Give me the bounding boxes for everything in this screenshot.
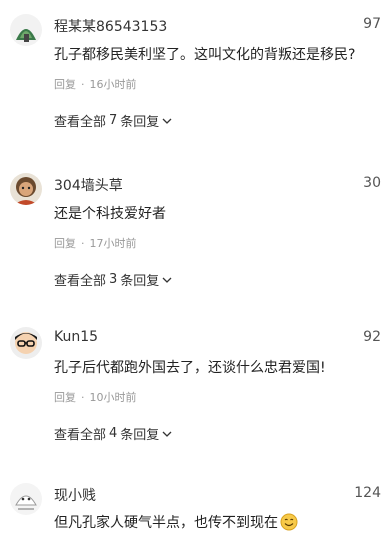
avatar[interactable] [10,14,42,46]
view-replies-suffix: 条回复 [120,274,160,289]
view-replies-prefix: 查看全部 [54,274,107,289]
view-replies-suffix: 条回复 [120,115,160,130]
chevron-down-icon [162,118,172,124]
comment-username[interactable]: 程某某86543153 [54,16,167,36]
view-all-replies-link[interactable]: 查看全部 7 条回复 [54,111,172,130]
avatar[interactable] [10,327,42,359]
avatar-image [10,483,42,515]
comment-item: 304墙头草 30 还是个科技爱好者 回复 · 17小时前 查看全部 3 条回复 [0,173,381,293]
comment-meta: 回复 · 17小时前 [54,235,137,251]
like-count[interactable]: 124 [354,485,381,501]
comment-text: 还是个科技爱好者 [54,206,166,222]
view-replies-prefix: 查看全部 [54,115,107,130]
comment-text: 孔子后代都跑外国去了，还谈什么忠君爱国! [54,360,326,376]
chevron-down-icon [162,431,172,437]
like-count[interactable]: 30 [363,175,381,191]
meta-separator: · [81,391,85,404]
comment-meta: 回复 · 10小时前 [54,389,137,405]
avatar[interactable] [10,173,42,205]
comment-item: 程某某86543153 97 孔子都移民美利坚了。这叫文化的背叛还是移民? 回复… [0,14,381,134]
comment-username[interactable]: 现小贱 [54,485,96,505]
comment-text-content: 但凡孔家人硬气半点，也传不到现在 [54,515,278,531]
avatar-image [10,14,42,46]
avatar-image [10,173,42,205]
meta-separator: · [81,78,85,91]
chevron-down-icon [162,277,172,283]
comment-text: 但凡孔家人硬气半点，也传不到现在 [54,512,372,532]
like-count[interactable]: 92 [363,329,381,345]
comment-username[interactable]: 304墙头草 [54,175,123,195]
reply-button[interactable]: 回复 [54,78,76,91]
comment-item: Kun15 92 孔子后代都跑外国去了，还谈什么忠君爱国! 回复 · 10小时前 查… [0,327,381,447]
comment-username[interactable]: Kun15 [54,329,98,345]
comment-time: 16小时前 [89,78,137,91]
view-replies-suffix: 条回复 [120,428,160,443]
view-all-replies-link[interactable]: 查看全部 3 条回复 [54,270,172,289]
comment-time: 17小时前 [89,237,137,250]
view-all-replies-link[interactable]: 查看全部 4 条回复 [54,424,172,443]
comment-item: 现小贱 124 但凡孔家人硬气半点，也传不到现在 [0,483,381,542]
smile-emoji-icon [280,513,298,531]
meta-separator: · [81,237,85,250]
avatar-image [10,327,42,359]
reply-count: 7 [109,113,118,128]
reply-button[interactable]: 回复 [54,391,76,404]
comment-text: 孔子都移民美利坚了。这叫文化的背叛还是移民? [54,47,356,63]
reply-count: 4 [109,426,118,441]
like-count[interactable]: 97 [363,16,381,32]
reply-count: 3 [109,272,118,287]
view-replies-prefix: 查看全部 [54,428,107,443]
avatar[interactable] [10,483,42,515]
comment-meta: 回复 · 16小时前 [54,76,137,92]
comment-time: 10小时前 [89,391,137,404]
reply-button[interactable]: 回复 [54,237,76,250]
